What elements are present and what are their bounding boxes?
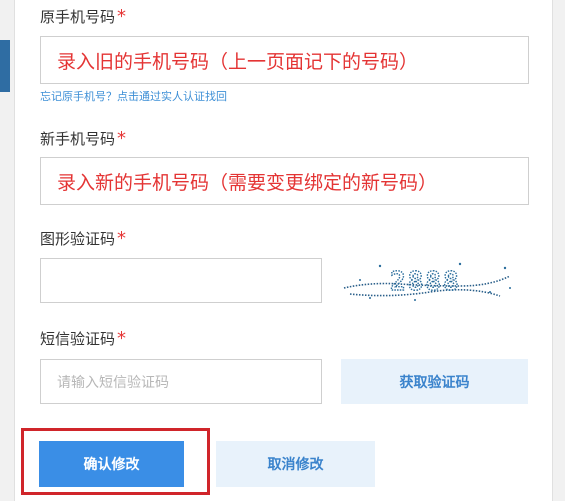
- change-phone-dialog: 原手机号码 * 录入旧的手机号码（上一页面记下的号码） 忘记原手机号？点击通过实人…: [14, 0, 553, 501]
- old-phone-input[interactable]: 录入旧的手机号码（上一页面记下的号码）: [40, 36, 529, 84]
- required-mark: *: [117, 228, 127, 249]
- required-mark: *: [117, 6, 127, 27]
- old-phone-label-text: 原手机号码: [40, 8, 116, 26]
- background-page-right: [553, 0, 565, 501]
- image-captcha-label-text: 图形验证码: [40, 230, 116, 248]
- old-phone-label: 原手机号码 *: [40, 7, 126, 27]
- confirm-button[interactable]: 确认修改: [39, 441, 184, 487]
- cancel-button[interactable]: 取消修改: [216, 441, 375, 487]
- sms-code-label-text: 短信验证码: [40, 330, 116, 348]
- background-blue-bar: [0, 40, 10, 92]
- required-mark: *: [117, 328, 127, 349]
- new-phone-label: 新手机号码 *: [40, 129, 126, 149]
- new-phone-label-text: 新手机号码: [40, 130, 116, 148]
- sms-code-input[interactable]: 请输入短信验证码: [40, 359, 322, 404]
- get-code-button[interactable]: 获取验证码: [341, 359, 528, 404]
- captcha-text: 2888: [390, 267, 461, 297]
- sms-code-label: 短信验证码 *: [40, 329, 126, 349]
- captcha-image[interactable]: 2888: [340, 258, 520, 302]
- new-phone-input[interactable]: 录入新的手机号码（需要变更绑定的新号码）: [40, 157, 529, 205]
- sms-code-placeholder: 请输入短信验证码: [57, 374, 169, 391]
- image-captcha-input[interactable]: [40, 258, 322, 303]
- image-captcha-label: 图形验证码 *: [40, 229, 126, 249]
- required-mark: *: [117, 128, 127, 149]
- old-phone-value: 录入旧的手机号码（上一页面记下的号码）: [57, 50, 419, 73]
- new-phone-value: 录入新的手机号码（需要变更绑定的新号码）: [57, 171, 438, 194]
- captcha-svg: 2888: [343, 262, 511, 301]
- forgot-old-phone-link[interactable]: 忘记原手机号？点击通过实人认证找回: [40, 90, 227, 104]
